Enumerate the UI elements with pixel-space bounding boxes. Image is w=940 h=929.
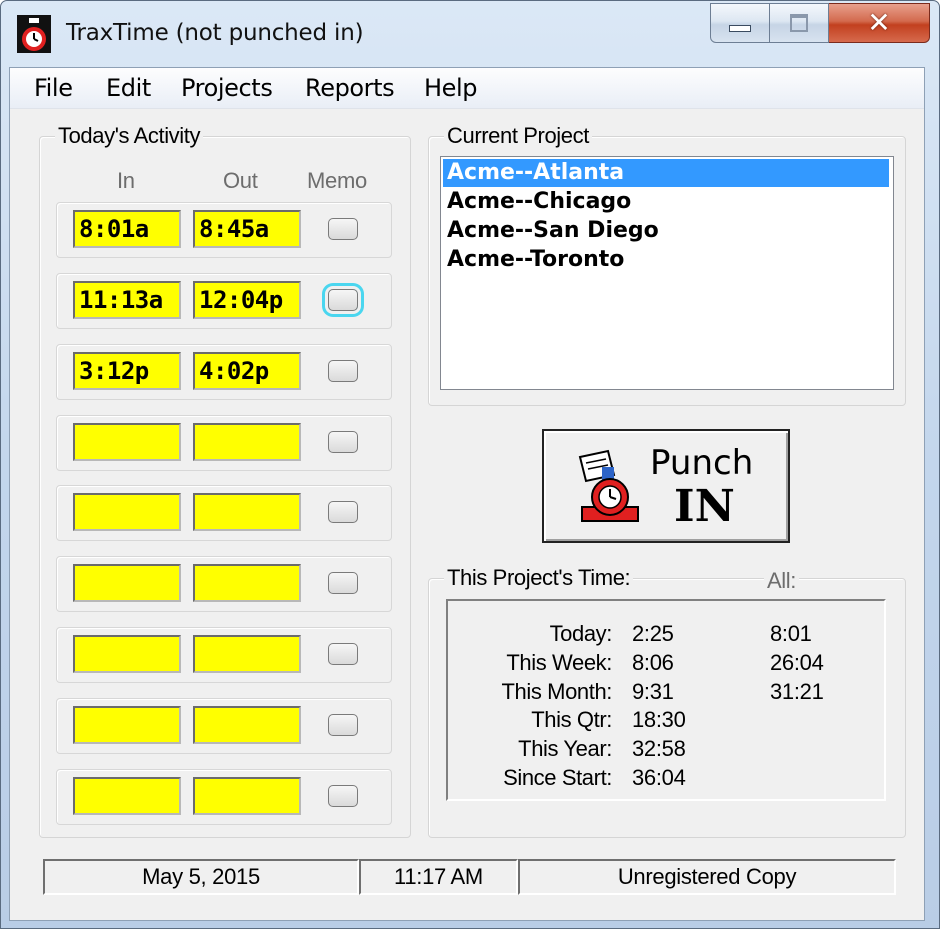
activity-row	[56, 698, 392, 754]
stat-project-year: 32:58	[632, 736, 686, 761]
activity-row	[56, 627, 392, 683]
memo-button[interactable]	[328, 501, 358, 523]
stat-all-today: 8:01	[770, 621, 812, 646]
time-out-field[interactable]	[193, 635, 301, 673]
time-in-field[interactable]: 3:12p	[73, 352, 181, 390]
project-list-item[interactable]: Acme--Atlanta	[443, 159, 889, 187]
time-out-field[interactable]: 4:02p	[193, 352, 301, 390]
column-header-memo: Memo	[307, 168, 367, 193]
memo-button[interactable]	[328, 714, 358, 736]
stat-label-week: This Week:	[506, 650, 612, 675]
status-time: 11:17 AM	[359, 859, 518, 895]
time-in-field[interactable]	[73, 706, 181, 744]
stat-project-month: 9:31	[632, 679, 674, 704]
project-time-label: This Project's Time:	[444, 565, 634, 591]
time-out-field[interactable]	[193, 423, 301, 461]
stat-label-year: This Year:	[518, 736, 612, 761]
client-area: File Edit Projects Reports Help Today's …	[9, 67, 925, 921]
status-registration: Unregistered Copy	[518, 859, 896, 895]
stat-project-week: 8:06	[632, 650, 674, 675]
stat-label-qtr: This Qtr:	[531, 707, 612, 732]
status-date: May 5, 2015	[43, 859, 359, 895]
time-in-field[interactable]	[73, 423, 181, 461]
time-in-field[interactable]: 8:01a	[73, 210, 181, 248]
punch-in-button[interactable]: Punch IN	[542, 429, 790, 543]
time-out-field[interactable]	[193, 777, 301, 815]
time-out-field[interactable]: 8:45a	[193, 210, 301, 248]
memo-button[interactable]	[328, 785, 358, 807]
time-in-field[interactable]: 11:13a	[73, 281, 181, 319]
caption-buttons: ✕	[710, 3, 930, 43]
stopwatch-icon[interactable]	[17, 15, 51, 53]
menu-edit[interactable]: Edit	[106, 74, 151, 102]
punch-button-state: IN	[674, 481, 735, 532]
stat-all-week: 26:04	[770, 650, 824, 675]
punch-button-label: Punch	[650, 443, 754, 483]
menu-projects[interactable]: Projects	[181, 74, 273, 102]
time-in-field[interactable]	[73, 635, 181, 673]
memo-button[interactable]	[328, 218, 358, 240]
memo-button[interactable]	[328, 289, 358, 311]
stat-label-today: Today:	[549, 621, 613, 646]
app-window: TraxTime (not punched in) ✕ File Edit Pr…	[0, 0, 940, 929]
project-list-item[interactable]: Acme--San Diego	[443, 217, 889, 245]
time-out-field[interactable]	[193, 564, 301, 602]
time-summary-panel: Today: 2:25 8:01 This Week: 8:06 26:04 T…	[446, 599, 886, 801]
time-in-field[interactable]	[73, 564, 181, 602]
time-in-field[interactable]	[73, 777, 181, 815]
menu-reports[interactable]: Reports	[305, 74, 395, 102]
project-listbox[interactable]: Acme--Atlanta Acme--Chicago Acme--San Di…	[440, 156, 894, 390]
activity-row: 11:13a 12:04p	[56, 273, 392, 329]
minimize-button[interactable]	[710, 3, 770, 43]
memo-button[interactable]	[328, 431, 358, 453]
activity-row	[56, 485, 392, 541]
project-group-label: Current Project	[444, 123, 592, 149]
close-button[interactable]: ✕	[829, 3, 930, 43]
time-out-field[interactable]	[193, 706, 301, 744]
memo-button[interactable]	[328, 360, 358, 382]
stat-all-month: 31:21	[770, 679, 824, 704]
time-out-field[interactable]: 12:04p	[193, 281, 301, 319]
stat-project-since-start: 36:04	[632, 765, 686, 790]
activity-row: 8:01a 8:45a	[56, 202, 392, 258]
close-icon: ✕	[867, 6, 891, 39]
time-out-field[interactable]	[193, 493, 301, 531]
maximize-icon	[790, 14, 808, 32]
maximize-button[interactable]	[770, 3, 829, 43]
window-title: TraxTime (not punched in)	[66, 20, 364, 46]
activity-row	[56, 415, 392, 471]
stat-label-since-start: Since Start:	[503, 765, 612, 790]
menu-file[interactable]: File	[34, 74, 73, 102]
activity-row: 3:12p 4:02p	[56, 344, 392, 400]
all-projects-label: All:	[764, 568, 799, 594]
time-in-field[interactable]	[73, 493, 181, 531]
column-header-out: Out	[223, 168, 258, 193]
title-bar[interactable]: TraxTime (not punched in) ✕	[1, 1, 939, 67]
project-list-item[interactable]: Acme--Chicago	[443, 188, 889, 216]
memo-button[interactable]	[328, 643, 358, 665]
activity-row	[56, 556, 392, 612]
column-header-in: In	[117, 168, 135, 193]
project-list-item[interactable]: Acme--Toronto	[443, 246, 889, 274]
stat-label-month: This Month:	[501, 679, 612, 704]
time-clock-icon	[578, 449, 639, 522]
menu-help[interactable]: Help	[424, 74, 478, 102]
stat-project-today: 2:25	[632, 621, 674, 646]
stat-project-qtr: 18:30	[632, 707, 686, 732]
menu-bar: File Edit Projects Reports Help	[10, 68, 924, 109]
memo-button[interactable]	[328, 572, 358, 594]
activity-group-label: Today's Activity	[55, 123, 204, 149]
minimize-icon	[729, 24, 751, 32]
activity-row	[56, 769, 392, 825]
